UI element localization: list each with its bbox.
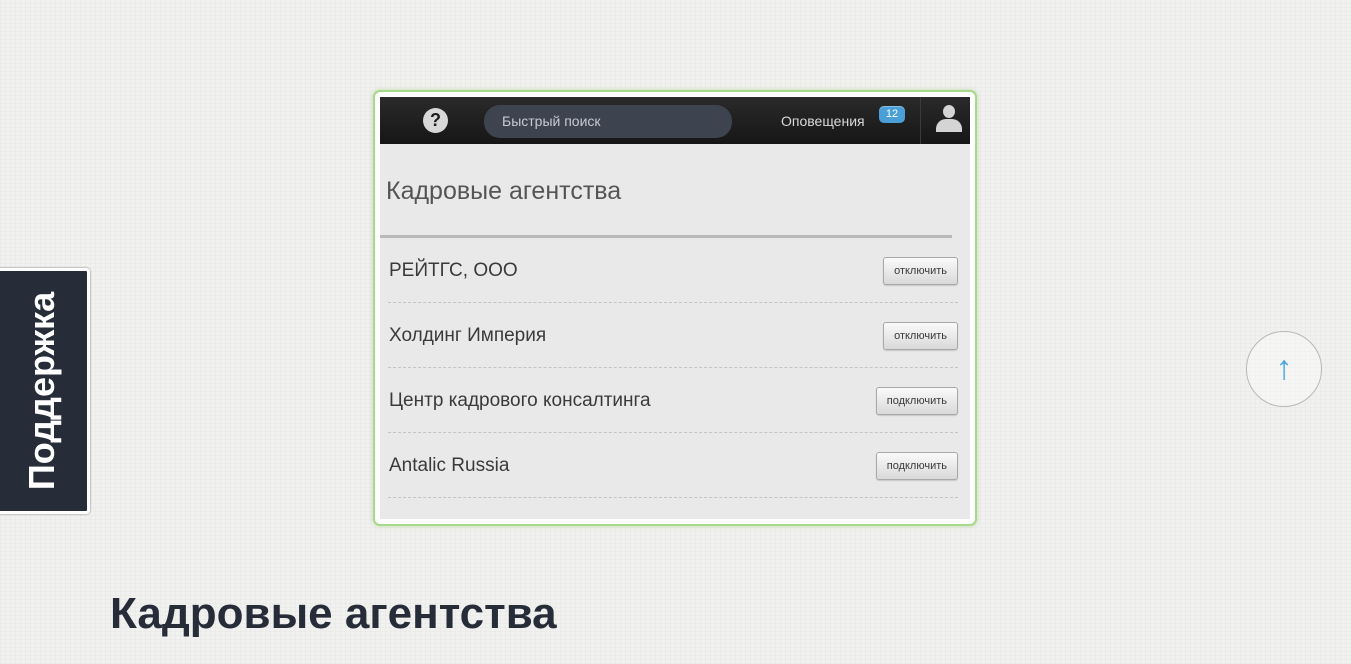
agency-row: Antalic Russia подключить	[388, 433, 958, 498]
screenshot-image: ? Быстрый поиск Оповещения 12 Кадровые а…	[380, 97, 970, 519]
screenshot-frame: ? Быстрый поиск Оповещения 12 Кадровые а…	[373, 90, 977, 526]
disconnect-button: отключить	[883, 322, 958, 350]
agency-name: РЕЙТГС, ООО	[389, 260, 518, 281]
support-tab-label: Поддержка	[21, 291, 62, 491]
connect-button: подключить	[875, 387, 958, 415]
notifications-badge: 12	[879, 106, 905, 123]
agency-name: Antalic Russia	[389, 455, 510, 476]
agency-name: Центр кадрового консалтинга	[389, 390, 651, 411]
screenshot-title: Кадровые агентства	[386, 177, 622, 205]
topbar-divider	[920, 97, 921, 144]
support-tab[interactable]: Поддержка	[0, 268, 90, 514]
page-title: Кадровые агентства	[110, 589, 557, 638]
agency-row: Центр кадрового консалтинга подключить	[388, 368, 958, 433]
quick-search-input: Быстрый поиск	[484, 105, 732, 138]
agency-row: РЕЙТГС, ООО отключить	[388, 238, 958, 303]
connect-button: подключить	[875, 452, 958, 480]
arrow-up-icon: ↑	[1275, 349, 1293, 387]
agency-name: Холдинг Империя	[389, 325, 547, 346]
agency-row: Холдинг Империя отключить	[388, 303, 958, 368]
agency-list: РЕЙТГС, ООО отключить Холдинг Империя от…	[380, 238, 970, 498]
notifications-label: Оповещения	[781, 113, 865, 129]
user-icon	[936, 105, 962, 133]
scroll-to-top-button[interactable]: ↑	[1246, 331, 1322, 407]
screenshot-topbar: ? Быстрый поиск Оповещения 12	[380, 97, 970, 144]
help-icon: ?	[423, 108, 448, 133]
disconnect-button: отключить	[883, 257, 958, 285]
